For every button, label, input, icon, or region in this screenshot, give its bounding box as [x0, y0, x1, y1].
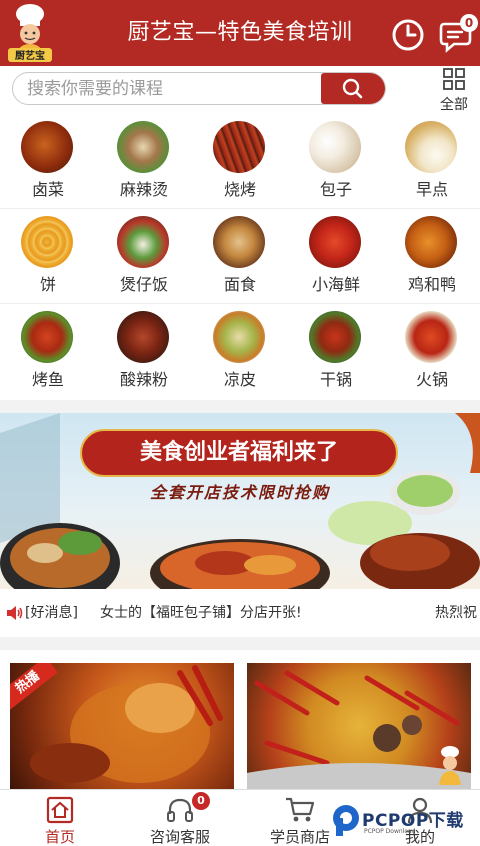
course-card[interactable]: [247, 663, 471, 789]
search-input[interactable]: [27, 73, 319, 104]
category-label: 酸辣粉: [119, 370, 168, 389]
category-noodles[interactable]: 面食: [192, 209, 288, 304]
category-malatang[interactable]: 麻辣烫: [96, 114, 192, 209]
all-categories-label: 全部: [440, 97, 468, 113]
category-label: 凉皮: [223, 370, 256, 389]
category-image: [405, 216, 457, 268]
pcpop-logo-icon: [333, 805, 359, 836]
message-badge: 0: [460, 14, 478, 32]
category-label: 煲仔饭: [119, 275, 168, 294]
category-bbq[interactable]: 烧烤: [192, 114, 288, 209]
category-row: 饼 煲仔饭 面食 小海鲜 鸡和鸭: [0, 209, 480, 304]
category-label: 饼: [39, 275, 56, 294]
tab-customer-service[interactable]: 0 咨询客服: [120, 790, 240, 846]
category-image: [21, 216, 73, 268]
grid-icon: [443, 68, 465, 90]
category-hotpot[interactable]: 火锅: [384, 304, 480, 399]
category-image: [213, 311, 265, 363]
category-image: [213, 216, 265, 268]
banner-title: 美食创业者福利来了: [80, 429, 398, 477]
news-text: 女士的【福旺包子铺】分店开张!: [100, 605, 302, 621]
category-liangpi[interactable]: 凉皮: [192, 304, 288, 399]
category-image: [21, 121, 73, 173]
category-label: 鸡和鸭: [407, 275, 456, 294]
category-chicken-duck[interactable]: 鸡和鸭: [384, 209, 480, 304]
news-tag: [好消息]: [25, 605, 78, 621]
search-icon: [342, 78, 363, 99]
category-image: [117, 121, 169, 173]
news-ticker[interactable]: [好消息] 女士的【福旺包子铺】分店开张! 热烈祝: [0, 589, 480, 637]
watermark: PCPOP下载 PCPOP Download: [330, 802, 480, 842]
category-image: [309, 121, 361, 173]
category-label: 包子: [319, 180, 352, 199]
category-pancake[interactable]: 饼: [0, 209, 96, 304]
tab-label: 咨询客服: [149, 828, 210, 846]
promo-banner[interactable]: 美食创业者福利来了 全套开店技术限时抢购: [0, 413, 480, 589]
category-label: 烧烤: [223, 180, 256, 199]
chef-mascot-icon: [439, 746, 461, 785]
search-bar: 全部: [0, 66, 480, 114]
category-image: [21, 311, 73, 363]
cart-icon: [286, 797, 315, 822]
app-header: 厨艺宝 厨艺宝—特色美食培训 0: [0, 0, 480, 66]
speaker-icon: [7, 606, 23, 620]
category-image: [309, 216, 361, 268]
category-image: [213, 121, 265, 173]
category-label: 干锅: [319, 370, 352, 389]
category-image: [405, 311, 457, 363]
category-label: 麻辣烫: [119, 180, 168, 199]
news-text-next: 热烈祝: [435, 605, 477, 621]
category-grilled-fish[interactable]: 烤鱼: [0, 304, 96, 399]
category-braised[interactable]: 卤菜: [0, 114, 96, 209]
watermark-subtext: PCPOP Download: [364, 828, 416, 835]
category-row: 烤鱼 酸辣粉 凉皮 干锅 火锅: [0, 304, 480, 399]
category-label: 卤菜: [31, 180, 64, 199]
banner-subtitle: 全套开店技术限时抢购: [149, 483, 330, 502]
category-label: 面食: [223, 275, 256, 294]
search-button[interactable]: [321, 73, 385, 104]
category-row: 卤菜 麻辣烫 烧烤 包子 早点: [0, 114, 480, 209]
all-categories-button[interactable]: 全部: [432, 66, 476, 114]
home-icon: [46, 796, 74, 824]
category-breakfast[interactable]: 早点: [384, 114, 480, 209]
message-button[interactable]: 0: [438, 14, 478, 54]
category-claypot-rice[interactable]: 煲仔饭: [96, 209, 192, 304]
search-box: [12, 72, 386, 105]
category-hot-sour-noodles[interactable]: 酸辣粉: [96, 304, 192, 399]
history-button[interactable]: [390, 17, 426, 53]
tab-home[interactable]: 首页: [0, 790, 120, 846]
svg-text:厨艺宝: 厨艺宝: [15, 49, 45, 62]
category-seafood[interactable]: 小海鲜: [288, 209, 384, 304]
category-label: 烤鱼: [31, 370, 64, 389]
category-label: 小海鲜: [311, 275, 360, 294]
category-grid: 卤菜 麻辣烫 烧烤 包子 早点 饼 煲仔饭 面食 小海鲜 鸡和鸭 烤鱼 酸辣粉 …: [0, 114, 480, 400]
category-buns[interactable]: 包子: [288, 114, 384, 209]
course-card[interactable]: 热播: [10, 663, 234, 789]
tab-label: 首页: [44, 828, 75, 846]
category-label: 早点: [415, 180, 448, 199]
course-cards: 热播: [0, 650, 480, 789]
category-image: [309, 311, 361, 363]
chef-logo: 厨艺宝: [6, 2, 54, 62]
category-image: [117, 216, 169, 268]
customer-service-badge: 0: [192, 792, 210, 810]
category-dry-pot[interactable]: 干锅: [288, 304, 384, 399]
category-image: [117, 311, 169, 363]
app-title: 厨艺宝—特色美食培训: [127, 20, 353, 45]
clock-icon: [392, 19, 424, 51]
category-image: [405, 121, 457, 173]
category-label: 火锅: [415, 370, 448, 389]
